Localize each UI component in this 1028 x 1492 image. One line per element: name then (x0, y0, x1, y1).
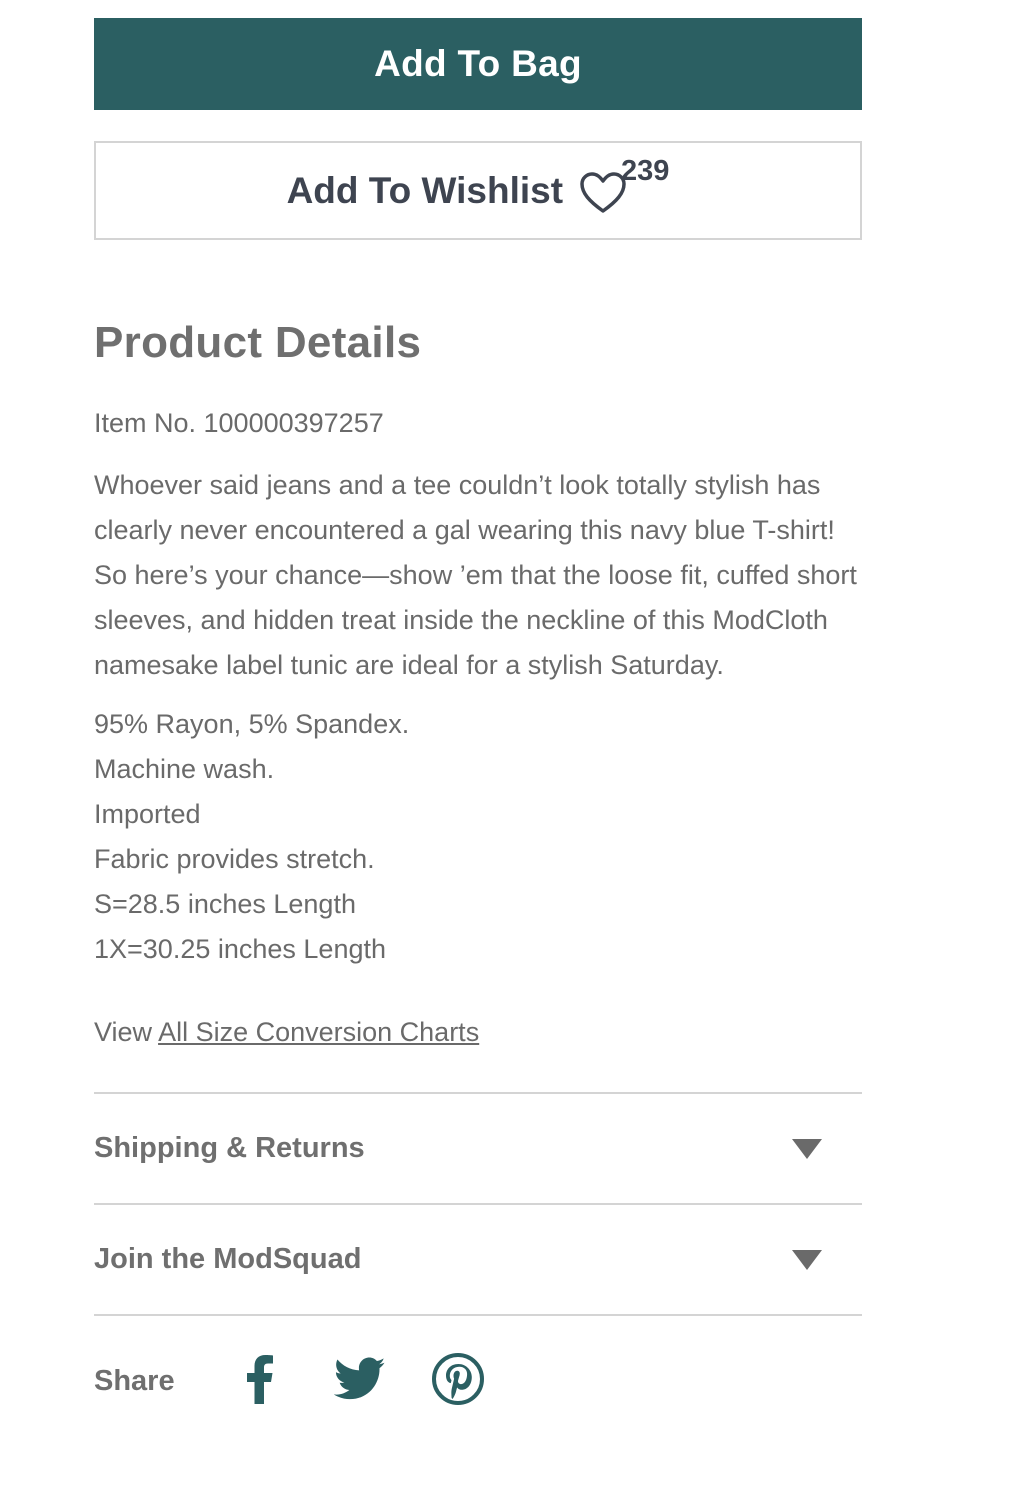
accordion: Shipping & Returns Join the ModSquad (94, 1092, 862, 1316)
wishlist-count: 239 (621, 155, 670, 187)
heart-icon (579, 171, 627, 215)
product-details-title: Product Details (94, 318, 422, 367)
add-to-wishlist-label: Add To Wishlist (286, 169, 564, 211)
product-facts-list: 95% Rayon, 5% Spandex. Machine wash. Imp… (94, 702, 862, 972)
fact-item: Machine wash. (94, 754, 275, 784)
add-to-wishlist-button[interactable]: Add To Wishlist 239 (94, 141, 862, 240)
product-description: Whoever said jeans and a tee couldn’t lo… (94, 470, 857, 680)
facebook-icon[interactable] (244, 1354, 276, 1409)
triangle-down-icon (792, 1249, 822, 1270)
item-number: Item No. 100000397257 (94, 408, 384, 438)
size-chart-row: View All Size Conversion Charts (94, 1017, 862, 1048)
share-label: Share (94, 1364, 175, 1397)
share-row: Share (94, 1316, 862, 1446)
fact-item: 1X=30.25 inches Length (94, 934, 386, 964)
accordion-label: Shipping & Returns (94, 1132, 365, 1164)
fact-item: Imported (94, 799, 201, 829)
add-to-bag-label: Add To Bag (374, 43, 582, 84)
pinterest-icon[interactable] (432, 1352, 484, 1410)
product-actions-panel: Add To Bag Add To Wishlist 239 Product D… (94, 18, 862, 1446)
add-to-bag-button[interactable]: Add To Bag (94, 18, 862, 110)
size-chart-link[interactable]: All Size Conversion Charts (158, 1017, 479, 1047)
fact-item: Fabric provides stretch. (94, 844, 375, 874)
join-modsquad-accordion[interactable]: Join the ModSquad (94, 1205, 862, 1316)
accordion-label: Join the ModSquad (94, 1243, 362, 1275)
shipping-returns-accordion[interactable]: Shipping & Returns (94, 1094, 862, 1205)
fact-item: 95% Rayon, 5% Spandex. (94, 709, 410, 739)
triangle-down-icon (792, 1138, 822, 1159)
fact-item: S=28.5 inches Length (94, 889, 356, 919)
twitter-icon[interactable] (333, 1357, 386, 1406)
size-chart-prefix: View (94, 1017, 153, 1047)
